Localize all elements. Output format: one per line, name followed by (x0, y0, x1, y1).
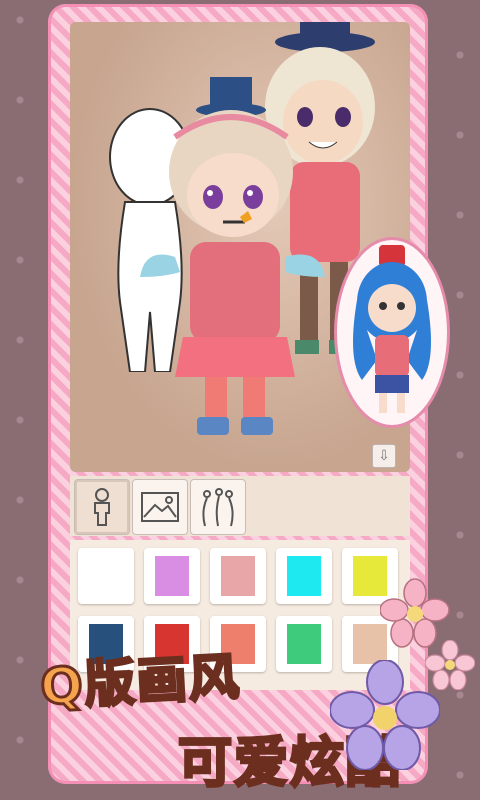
purple-flower-decoration (330, 660, 440, 770)
pink-flower-decoration (380, 578, 450, 648)
scroll-down-button[interactable]: ⇩ (372, 444, 396, 468)
color-swatch[interactable] (276, 616, 332, 672)
color-swatch[interactable] (210, 548, 266, 604)
color-chip (287, 624, 321, 664)
main-character[interactable] (135, 77, 335, 437)
promo-title-line1: Q版画风 (37, 646, 243, 717)
body-tool[interactable] (74, 479, 130, 535)
arrow-down-icon: ⇩ (378, 448, 390, 464)
character-preview[interactable] (334, 237, 450, 428)
preview-character (353, 245, 431, 413)
background-tool[interactable] (132, 479, 188, 535)
color-chip (287, 556, 321, 596)
color-chip (89, 556, 123, 596)
effects-tool[interactable] (190, 479, 246, 535)
color-swatch[interactable] (144, 548, 200, 604)
small-pink-flower-decoration (425, 640, 475, 690)
color-swatch[interactable] (78, 548, 134, 604)
color-swatch[interactable] (276, 548, 332, 604)
sparkles-icon (202, 488, 234, 527)
category-toolbar (70, 476, 410, 536)
color-chip (221, 556, 255, 596)
landscape-icon (141, 492, 179, 522)
color-chip (155, 556, 189, 596)
body-icon (94, 488, 110, 526)
